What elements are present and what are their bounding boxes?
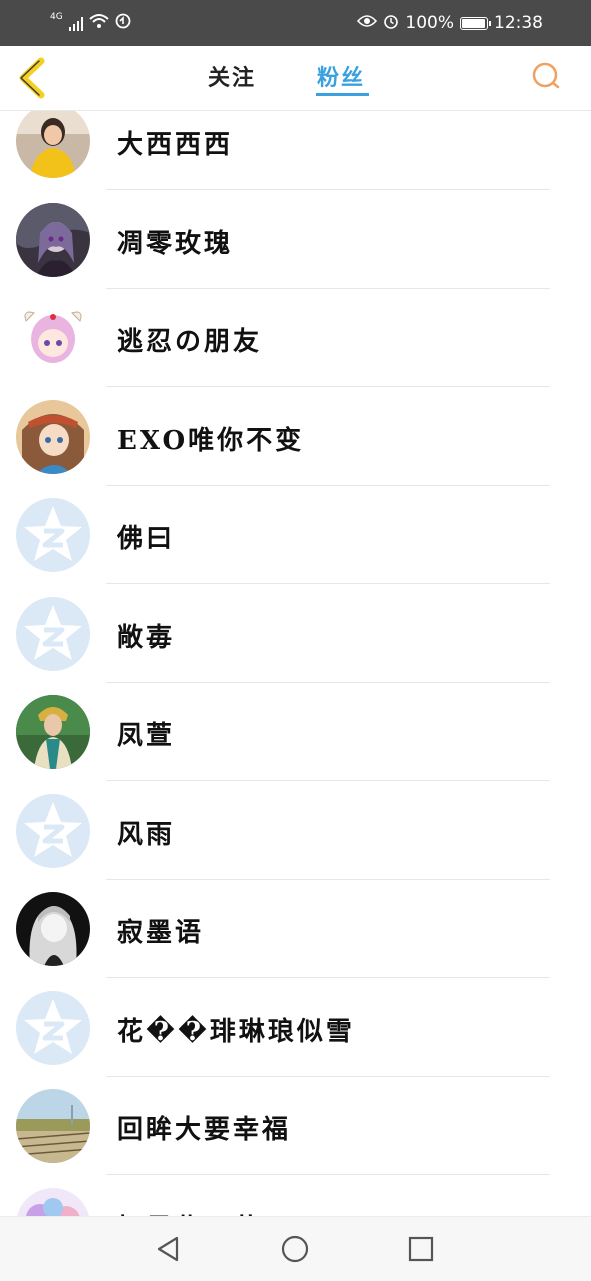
avatar[interactable] bbox=[16, 202, 90, 277]
tab-following[interactable]: 关注 bbox=[208, 60, 256, 92]
fan-name: EXO唯你不变 bbox=[117, 425, 305, 456]
status-left: 4G bbox=[50, 10, 131, 36]
fans-list: 大西西西凋零玫瑰逃忍の朋友 EXO唯你不变 佛曰敞毐凤萱风雨寂墨语花��琲琳琅似雪回… bbox=[0, 111, 591, 1216]
default-avatar-icon[interactable] bbox=[16, 793, 90, 868]
square-recents-icon bbox=[408, 1236, 434, 1262]
fan-list-item[interactable]: 风雨 bbox=[0, 782, 591, 880]
default-avatar-icon[interactable] bbox=[16, 990, 90, 1065]
fan-name: 凋零玫瑰 bbox=[117, 228, 234, 259]
tab-fans[interactable]: 粉丝 bbox=[317, 60, 365, 92]
system-navigation-bar bbox=[0, 1216, 591, 1281]
top-nav: 关注 粉丝 bbox=[0, 46, 591, 111]
fan-name: 忆星紫瓦花 bbox=[117, 1208, 262, 1217]
data-saver-icon bbox=[115, 13, 131, 33]
fan-list-item[interactable]: 寂墨语 bbox=[0, 880, 591, 978]
fan-name: 大西西西 bbox=[117, 130, 234, 160]
avatar[interactable] bbox=[16, 695, 90, 769]
avatar[interactable] bbox=[16, 301, 90, 375]
system-home-button[interactable] bbox=[279, 1233, 311, 1265]
search-icon bbox=[532, 62, 560, 89]
alarm-icon bbox=[383, 13, 399, 34]
fan-list-item[interactable]: 敞毐 bbox=[0, 585, 591, 683]
fan-name: 寂墨语 bbox=[117, 918, 205, 948]
clock: 12:38 bbox=[494, 13, 543, 33]
avatar[interactable] bbox=[16, 892, 90, 966]
fan-name: 风雨 bbox=[117, 819, 176, 850]
triangle-back-icon bbox=[157, 1236, 179, 1262]
fan-list-item[interactable]: 大西西西 bbox=[0, 111, 591, 190]
fan-name: 凤萱 bbox=[117, 721, 176, 751]
back-arrow-icon bbox=[19, 57, 45, 99]
fan-list-item[interactable]: 忆星紫瓦花 bbox=[0, 1176, 591, 1217]
fan-list-item[interactable]: 花��琲琳琅似雪 bbox=[0, 979, 591, 1077]
avatar[interactable] bbox=[16, 399, 90, 474]
battery-percent: 100% bbox=[405, 13, 454, 33]
circle-home-icon bbox=[281, 1235, 309, 1263]
avatar[interactable] bbox=[16, 1187, 90, 1216]
battery-icon bbox=[460, 16, 491, 30]
fan-list-item[interactable]: 凤萱 bbox=[0, 683, 591, 781]
active-tab-indicator bbox=[316, 93, 369, 96]
default-avatar-icon[interactable] bbox=[16, 498, 90, 572]
fan-name: 佛曰 bbox=[117, 524, 176, 554]
default-avatar-icon[interactable] bbox=[16, 596, 90, 671]
network-type: 4G bbox=[50, 12, 63, 22]
signal-icon bbox=[68, 15, 83, 31]
fan-name: 回眸大要幸福 bbox=[117, 1115, 292, 1145]
avatar[interactable] bbox=[16, 111, 90, 178]
avatar[interactable] bbox=[16, 1089, 90, 1163]
fan-name: 敞毐 bbox=[117, 622, 176, 653]
status-right: 100% 12:38 bbox=[357, 10, 543, 36]
wifi-icon bbox=[89, 13, 109, 33]
fan-list-item[interactable]: 凋零玫瑰 bbox=[0, 191, 591, 289]
fan-name: 逃忍の朋友 bbox=[117, 327, 263, 357]
fan-list-item[interactable]: EXO唯你不变 bbox=[0, 388, 591, 486]
eye-comfort-icon bbox=[357, 13, 378, 33]
fan-list-item[interactable]: 逃忍の朋友 bbox=[0, 289, 591, 387]
system-back-button[interactable] bbox=[153, 1233, 185, 1265]
fan-list-item[interactable]: 回眸大要幸福 bbox=[0, 1077, 591, 1175]
status-bar: 4G 100% 12:38 bbox=[0, 0, 591, 46]
fan-list-item[interactable]: 佛曰 bbox=[0, 486, 591, 584]
back-button[interactable] bbox=[14, 56, 54, 100]
system-recents-button[interactable] bbox=[405, 1233, 437, 1265]
fan-name: 花��琲琳琅似雪 bbox=[117, 1016, 355, 1047]
search-button[interactable] bbox=[530, 60, 562, 92]
